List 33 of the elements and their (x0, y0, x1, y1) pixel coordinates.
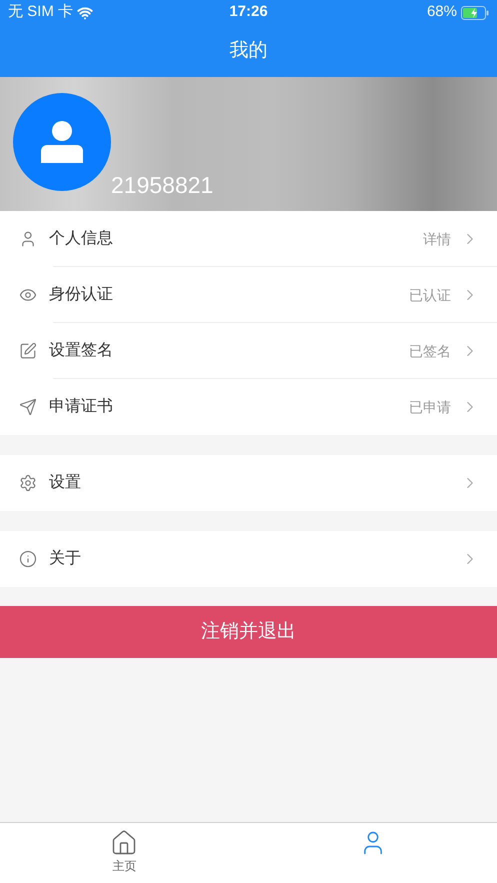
battery-text: 68% (426, 2, 457, 22)
tab[interactable]: 主页 (0, 823, 248, 883)
menu-item[interactable]: 关于 (0, 531, 497, 587)
menu-item[interactable]: 设置签名 已签名 (0, 323, 497, 379)
settings-icon (19, 474, 37, 492)
menu-label: 身份认证 (49, 285, 113, 305)
eye-icon (19, 286, 37, 304)
menu-label: 设置签名 (49, 341, 113, 361)
info-icon (19, 550, 37, 568)
page-title: 我的 (230, 38, 268, 63)
tab-label: 主页 (112, 858, 136, 875)
menu-value: 详情 (423, 230, 451, 248)
battery-icon (461, 6, 489, 20)
time-text: 17:26 (229, 2, 268, 22)
send-icon (19, 398, 37, 416)
menu-label: 设置 (49, 473, 81, 493)
person-icon (41, 121, 83, 163)
logout-button[interactable]: 注销并退出 (0, 606, 497, 658)
menu-value: 已认证 (409, 286, 451, 304)
menu-label: 个人信息 (49, 229, 113, 249)
edit-icon (19, 342, 37, 360)
user-id: 21958821 (111, 174, 214, 197)
wifi-icon (77, 4, 94, 20)
menu-item[interactable]: 设置 (0, 455, 497, 511)
menu-label: 关于 (49, 548, 81, 569)
menu-value: 已申请 (409, 398, 451, 416)
menu-label: 申请证书 (49, 396, 113, 417)
menu-value: 已签名 (409, 342, 451, 360)
menu-item[interactable]: 个人信息 详情 (0, 211, 497, 267)
menu-item[interactable]: 申请证书 已申请 (0, 379, 497, 435)
person-icon (19, 230, 37, 248)
menu-item[interactable]: 身份认证 已认证 (0, 267, 497, 323)
carrier-text: 无 SIM 卡 (8, 2, 74, 22)
